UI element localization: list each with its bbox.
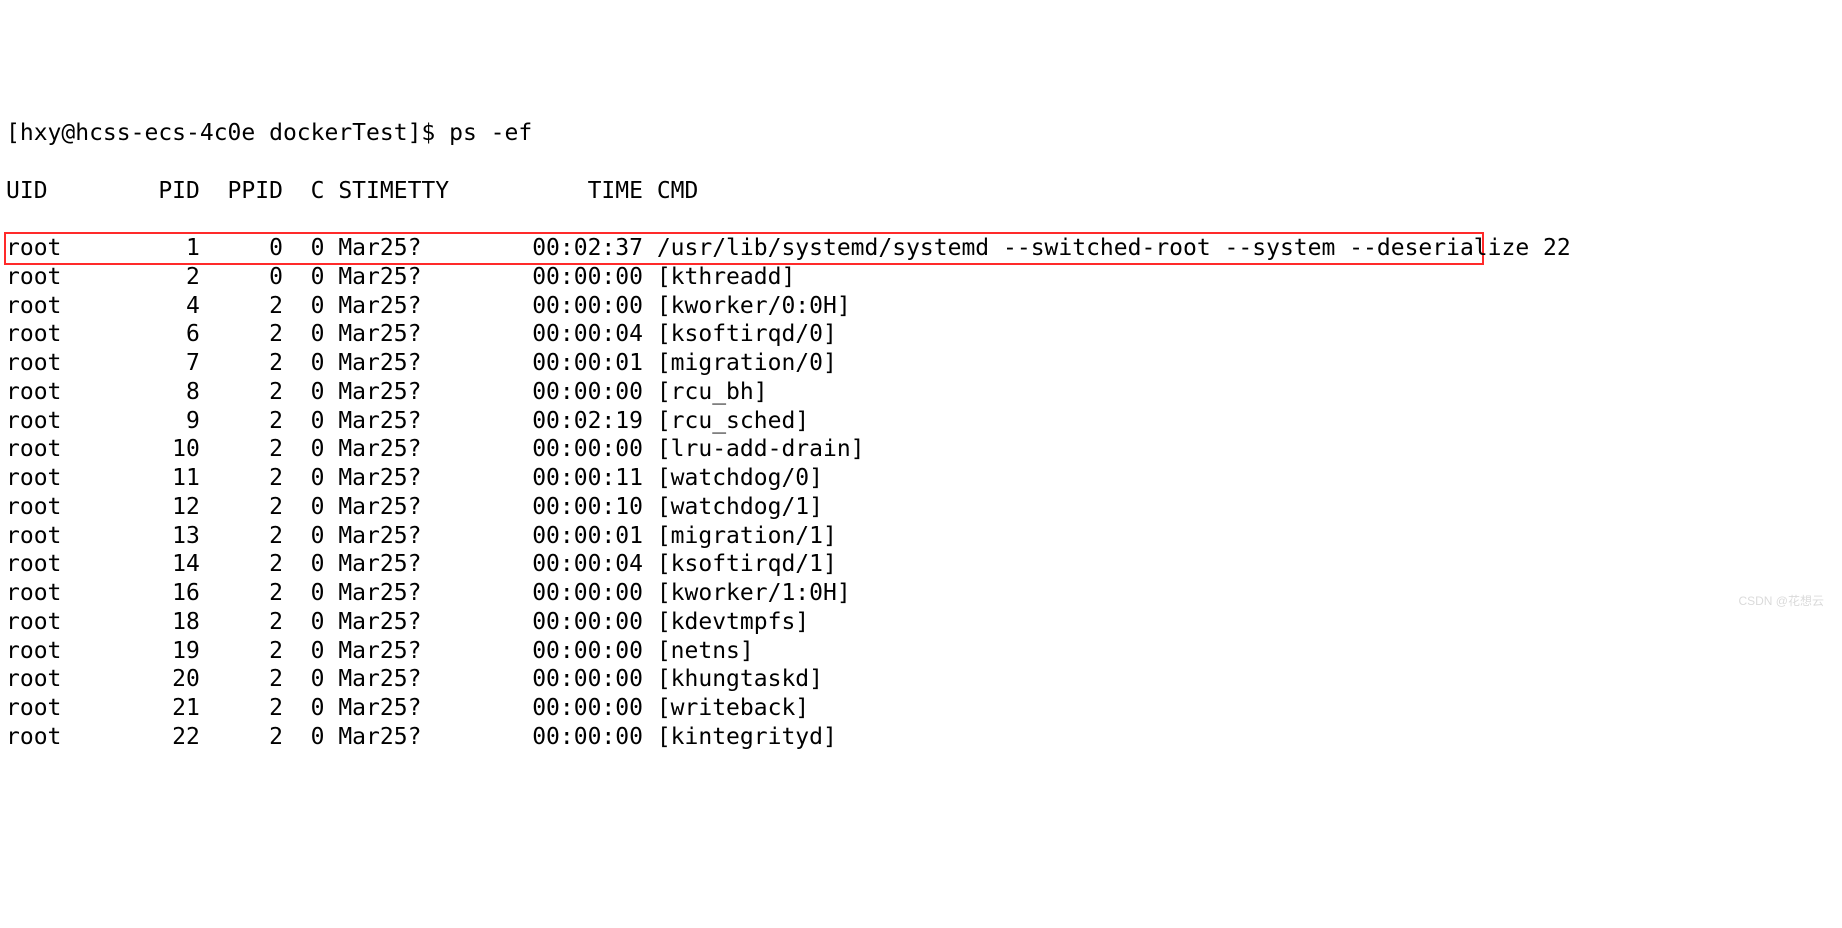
ps-row: root 4 2 0 Mar25? 00:00:00 [kworker/0:0H… <box>6 292 1836 321</box>
ps-row: root 12 2 0 Mar25? 00:00:10 [watchdog/1] <box>6 493 1836 522</box>
ps-row: root 20 2 0 Mar25? 00:00:00 [khungtaskd] <box>6 665 1836 694</box>
ps-row: root 14 2 0 Mar25? 00:00:04 [ksoftirqd/1… <box>6 550 1836 579</box>
watermark: CSDN @花想云 <box>1738 594 1824 609</box>
ps-row: root 21 2 0 Mar25? 00:00:00 [writeback] <box>6 694 1836 723</box>
ps-header: UID PID PPID C STIMETTY TIME CMD <box>6 177 1836 206</box>
ps-row: root 18 2 0 Mar25? 00:00:00 [kdevtmpfs] <box>6 608 1836 637</box>
ps-row: root 16 2 0 Mar25? 00:00:00 [kworker/1:0… <box>6 579 1836 608</box>
ps-row: root 7 2 0 Mar25? 00:00:01 [migration/0] <box>6 349 1836 378</box>
ps-row-highlighted: root 1 0 0 Mar25? 00:02:37 /usr/lib/syst… <box>4 232 1484 265</box>
ps-row: root 10 2 0 Mar25? 00:00:00 [lru-add-dra… <box>6 435 1836 464</box>
ps-row: root 6 2 0 Mar25? 00:00:04 [ksoftirqd/0] <box>6 320 1836 349</box>
ps-row: root 13 2 0 Mar25? 00:00:01 [migration/1… <box>6 522 1836 551</box>
ps-row: root 11 2 0 Mar25? 00:00:11 [watchdog/0] <box>6 464 1836 493</box>
ps-row: root 22 2 0 Mar25? 00:00:00 [kintegrityd… <box>6 723 1836 752</box>
ps-row: root 2 0 0 Mar25? 00:00:00 [kthreadd] <box>6 263 1836 292</box>
prompt-line: [hxy@hcss-ecs-4c0e dockerTest]$ ps -ef <box>6 119 1836 148</box>
ps-row: root 9 2 0 Mar25? 00:02:19 [rcu_sched] <box>6 407 1836 436</box>
ps-row: root 19 2 0 Mar25? 00:00:00 [netns] <box>6 637 1836 666</box>
ps-row: root 8 2 0 Mar25? 00:00:00 [rcu_bh] <box>6 378 1836 407</box>
